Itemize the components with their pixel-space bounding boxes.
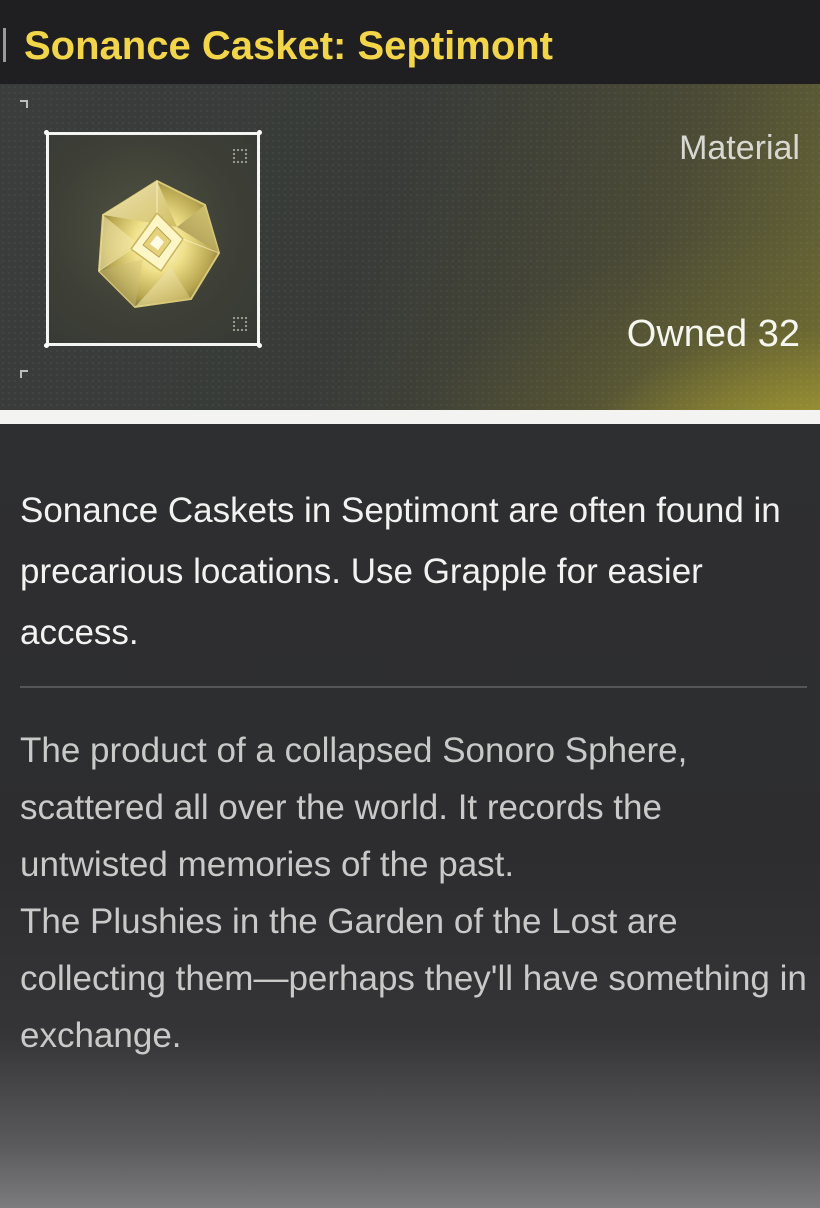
- frame-tile-icon: [233, 149, 247, 163]
- item-icon-frame[interactable]: [44, 130, 262, 348]
- lore-paragraph: The Plushies in the Garden of the Lost a…: [20, 902, 807, 1055]
- lore-description: The product of a collapsed Sonoro Sphere…: [20, 722, 810, 1064]
- title-accent-bar: [3, 28, 6, 62]
- frame-tile-icon: [233, 317, 247, 331]
- item-type-label: Material: [679, 129, 800, 167]
- title-bar: Sonance Casket: Septimont: [0, 0, 820, 84]
- lore-paragraph: The product of a collapsed Sonoro Sphere…: [20, 731, 688, 884]
- item-detail-panel: Sonance Casket: Septimont Material Owned…: [0, 0, 820, 1208]
- description-divider: [20, 686, 807, 688]
- item-title: Sonance Casket: Septimont: [24, 24, 554, 68]
- section-stripe: [0, 410, 820, 424]
- crystal-gem-icon: [97, 179, 221, 309]
- frame-corner-dot: [44, 130, 49, 135]
- corner-bracket-icon: [20, 100, 28, 108]
- corner-bracket-icon: [20, 370, 28, 378]
- frame-corner-dot: [257, 343, 262, 348]
- frame-corner-dot: [44, 343, 49, 348]
- usage-description: Sonance Caskets in Septimont are often f…: [20, 491, 781, 652]
- owned-count: Owned 32: [626, 313, 800, 355]
- frame-corner-dot: [257, 130, 262, 135]
